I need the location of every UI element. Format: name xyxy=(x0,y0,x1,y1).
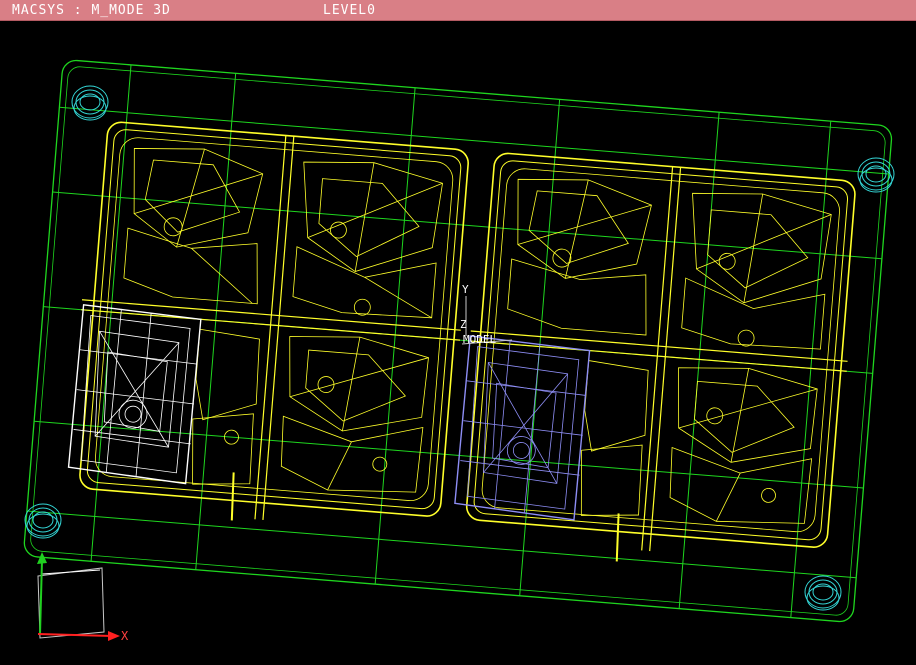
triad-y-label: Y xyxy=(462,283,469,296)
corner-hole-bottom-left xyxy=(24,503,62,539)
corner-hole-bottom-right xyxy=(804,575,842,611)
left-cavity[interactable] xyxy=(65,120,475,537)
x-axis-arrow xyxy=(37,633,113,637)
app-mode-label: MACSYS : M_MODE 3D xyxy=(12,3,171,18)
cad-viewport[interactable]: Y Z MODEL X xyxy=(0,21,916,665)
triad-z-label: Z xyxy=(460,318,467,331)
view-axis-indicator: X xyxy=(37,552,129,643)
axis-x-label: X xyxy=(121,629,129,643)
plate-outline xyxy=(23,59,893,623)
right-cavity[interactable] xyxy=(451,151,862,578)
mold-plate[interactable] xyxy=(23,59,893,623)
triad-model-label: MODEL xyxy=(463,333,496,346)
title-bar: MACSYS : M_MODE 3D LEVEL0 xyxy=(0,0,916,21)
grid xyxy=(26,64,889,618)
model-triad: Y Z MODEL xyxy=(460,283,513,346)
level-label: LEVEL0 xyxy=(323,3,376,18)
y-axis-arrow xyxy=(39,559,43,635)
corner-hole-top-left xyxy=(71,85,109,121)
